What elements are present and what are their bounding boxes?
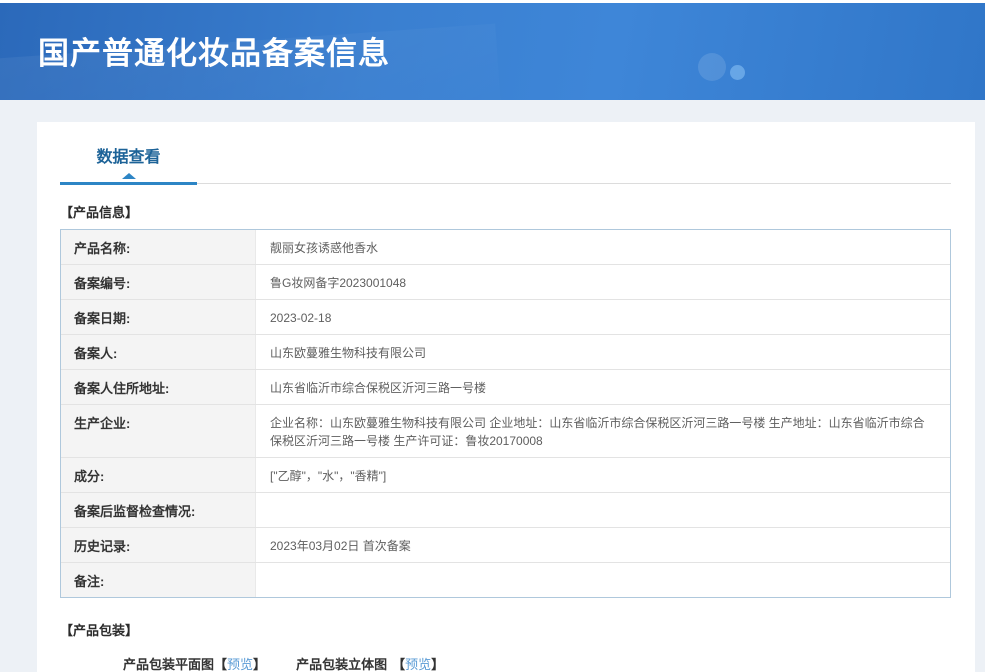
section-title-product-info: 【产品信息】 — [60, 205, 139, 220]
section-title-packaging: 【产品包装】 — [60, 623, 139, 638]
row-value: ["乙醇"，"水"，"香精"] — [270, 469, 387, 483]
row-label: 生产企业: — [61, 405, 256, 457]
packaging-stereo-item: 产品包装立体图 【预览】 — [296, 654, 444, 672]
row-value: 山东欧蔓雅生物科技有限公司 — [270, 346, 427, 360]
packaging-links-row: 产品包装平面图【预览】 产品包装立体图 【预览】 — [60, 654, 951, 672]
preview-flat-link[interactable]: 预览 — [227, 657, 253, 672]
row-value — [256, 493, 950, 527]
tab-data-view-label: 数据查看 — [96, 149, 161, 166]
row-label: 产品名称: — [61, 230, 256, 264]
table-row: 备案日期: 2023-02-18 — [61, 299, 950, 334]
bracket-close: 】 — [253, 657, 267, 672]
content-card: 数据查看 【产品信息】 产品名称: 靓丽女孩诱惑他香水 备案编号: 鲁G妆网备字… — [37, 122, 975, 672]
tab-data-view[interactable]: 数据查看 — [60, 143, 197, 185]
row-value — [256, 563, 950, 597]
table-row: 备案编号: 鲁G妆网备字2023001048 — [61, 264, 950, 299]
packaging-flat-item: 产品包装平面图【预览】 — [123, 654, 266, 672]
table-row: 历史记录: 2023年03月02日 首次备案 — [61, 527, 950, 562]
product-info-table: 产品名称: 靓丽女孩诱惑他香水 备案编号: 鲁G妆网备字2023001048 备… — [60, 229, 951, 598]
page-title: 国产普通化妆品备案信息 — [38, 36, 390, 71]
table-row: 备案人住所地址: 山东省临沂市综合保税区沂河三路一号楼 — [61, 369, 950, 404]
row-value: 2023-02-18 — [270, 311, 332, 325]
table-row: 成分: ["乙醇"，"水"，"香精"] — [61, 457, 950, 492]
row-label: 备案日期: — [61, 300, 256, 334]
row-label: 备案人住所地址: — [61, 370, 256, 404]
row-label: 备案编号: — [61, 265, 256, 299]
bracket-open: 【 — [392, 657, 406, 672]
table-row: 备案后监督检查情况: — [61, 492, 950, 527]
bracket-open: 【 — [214, 657, 228, 672]
row-value: 企业名称：山东欧蔓雅生物科技有限公司 企业地址：山东省临沂市综合保税区沂河三路一… — [270, 416, 925, 448]
row-value: 2023年03月02日 首次备案 — [270, 539, 411, 553]
packaging-stereo-label: 产品包装立体图 — [296, 657, 388, 672]
row-value: 山东省临沂市综合保税区沂河三路一号楼 — [270, 381, 487, 395]
table-row: 生产企业: 企业名称：山东欧蔓雅生物科技有限公司 企业地址：山东省临沂市综合保税… — [61, 404, 950, 457]
table-row: 备注: — [61, 562, 950, 597]
packaging-flat-label: 产品包装平面图 — [123, 657, 215, 672]
row-label: 备案后监督检查情况: — [61, 493, 256, 527]
table-row: 产品名称: 靓丽女孩诱惑他香水 — [61, 230, 950, 264]
tab-active-pointer-icon — [121, 173, 136, 179]
row-label: 成分: — [61, 458, 256, 492]
row-label: 历史记录: — [61, 528, 256, 562]
preview-stereo-link[interactable]: 预览 — [405, 657, 431, 672]
section-packaging: 【产品包装】 产品包装平面图【预览】 产品包装立体图 【预览】 — [60, 620, 951, 672]
row-value: 鲁G妆网备字2023001048 — [270, 276, 407, 290]
row-label: 备案人: — [61, 335, 256, 369]
tabs-bar: 数据查看 — [60, 134, 951, 185]
page-header: 国产普通化妆品备案信息 — [0, 3, 985, 100]
bracket-close: 】 — [431, 657, 445, 672]
row-label: 备注: — [61, 563, 256, 597]
table-row: 备案人: 山东欧蔓雅生物科技有限公司 — [61, 334, 950, 369]
row-value: 靓丽女孩诱惑他香水 — [270, 241, 379, 255]
